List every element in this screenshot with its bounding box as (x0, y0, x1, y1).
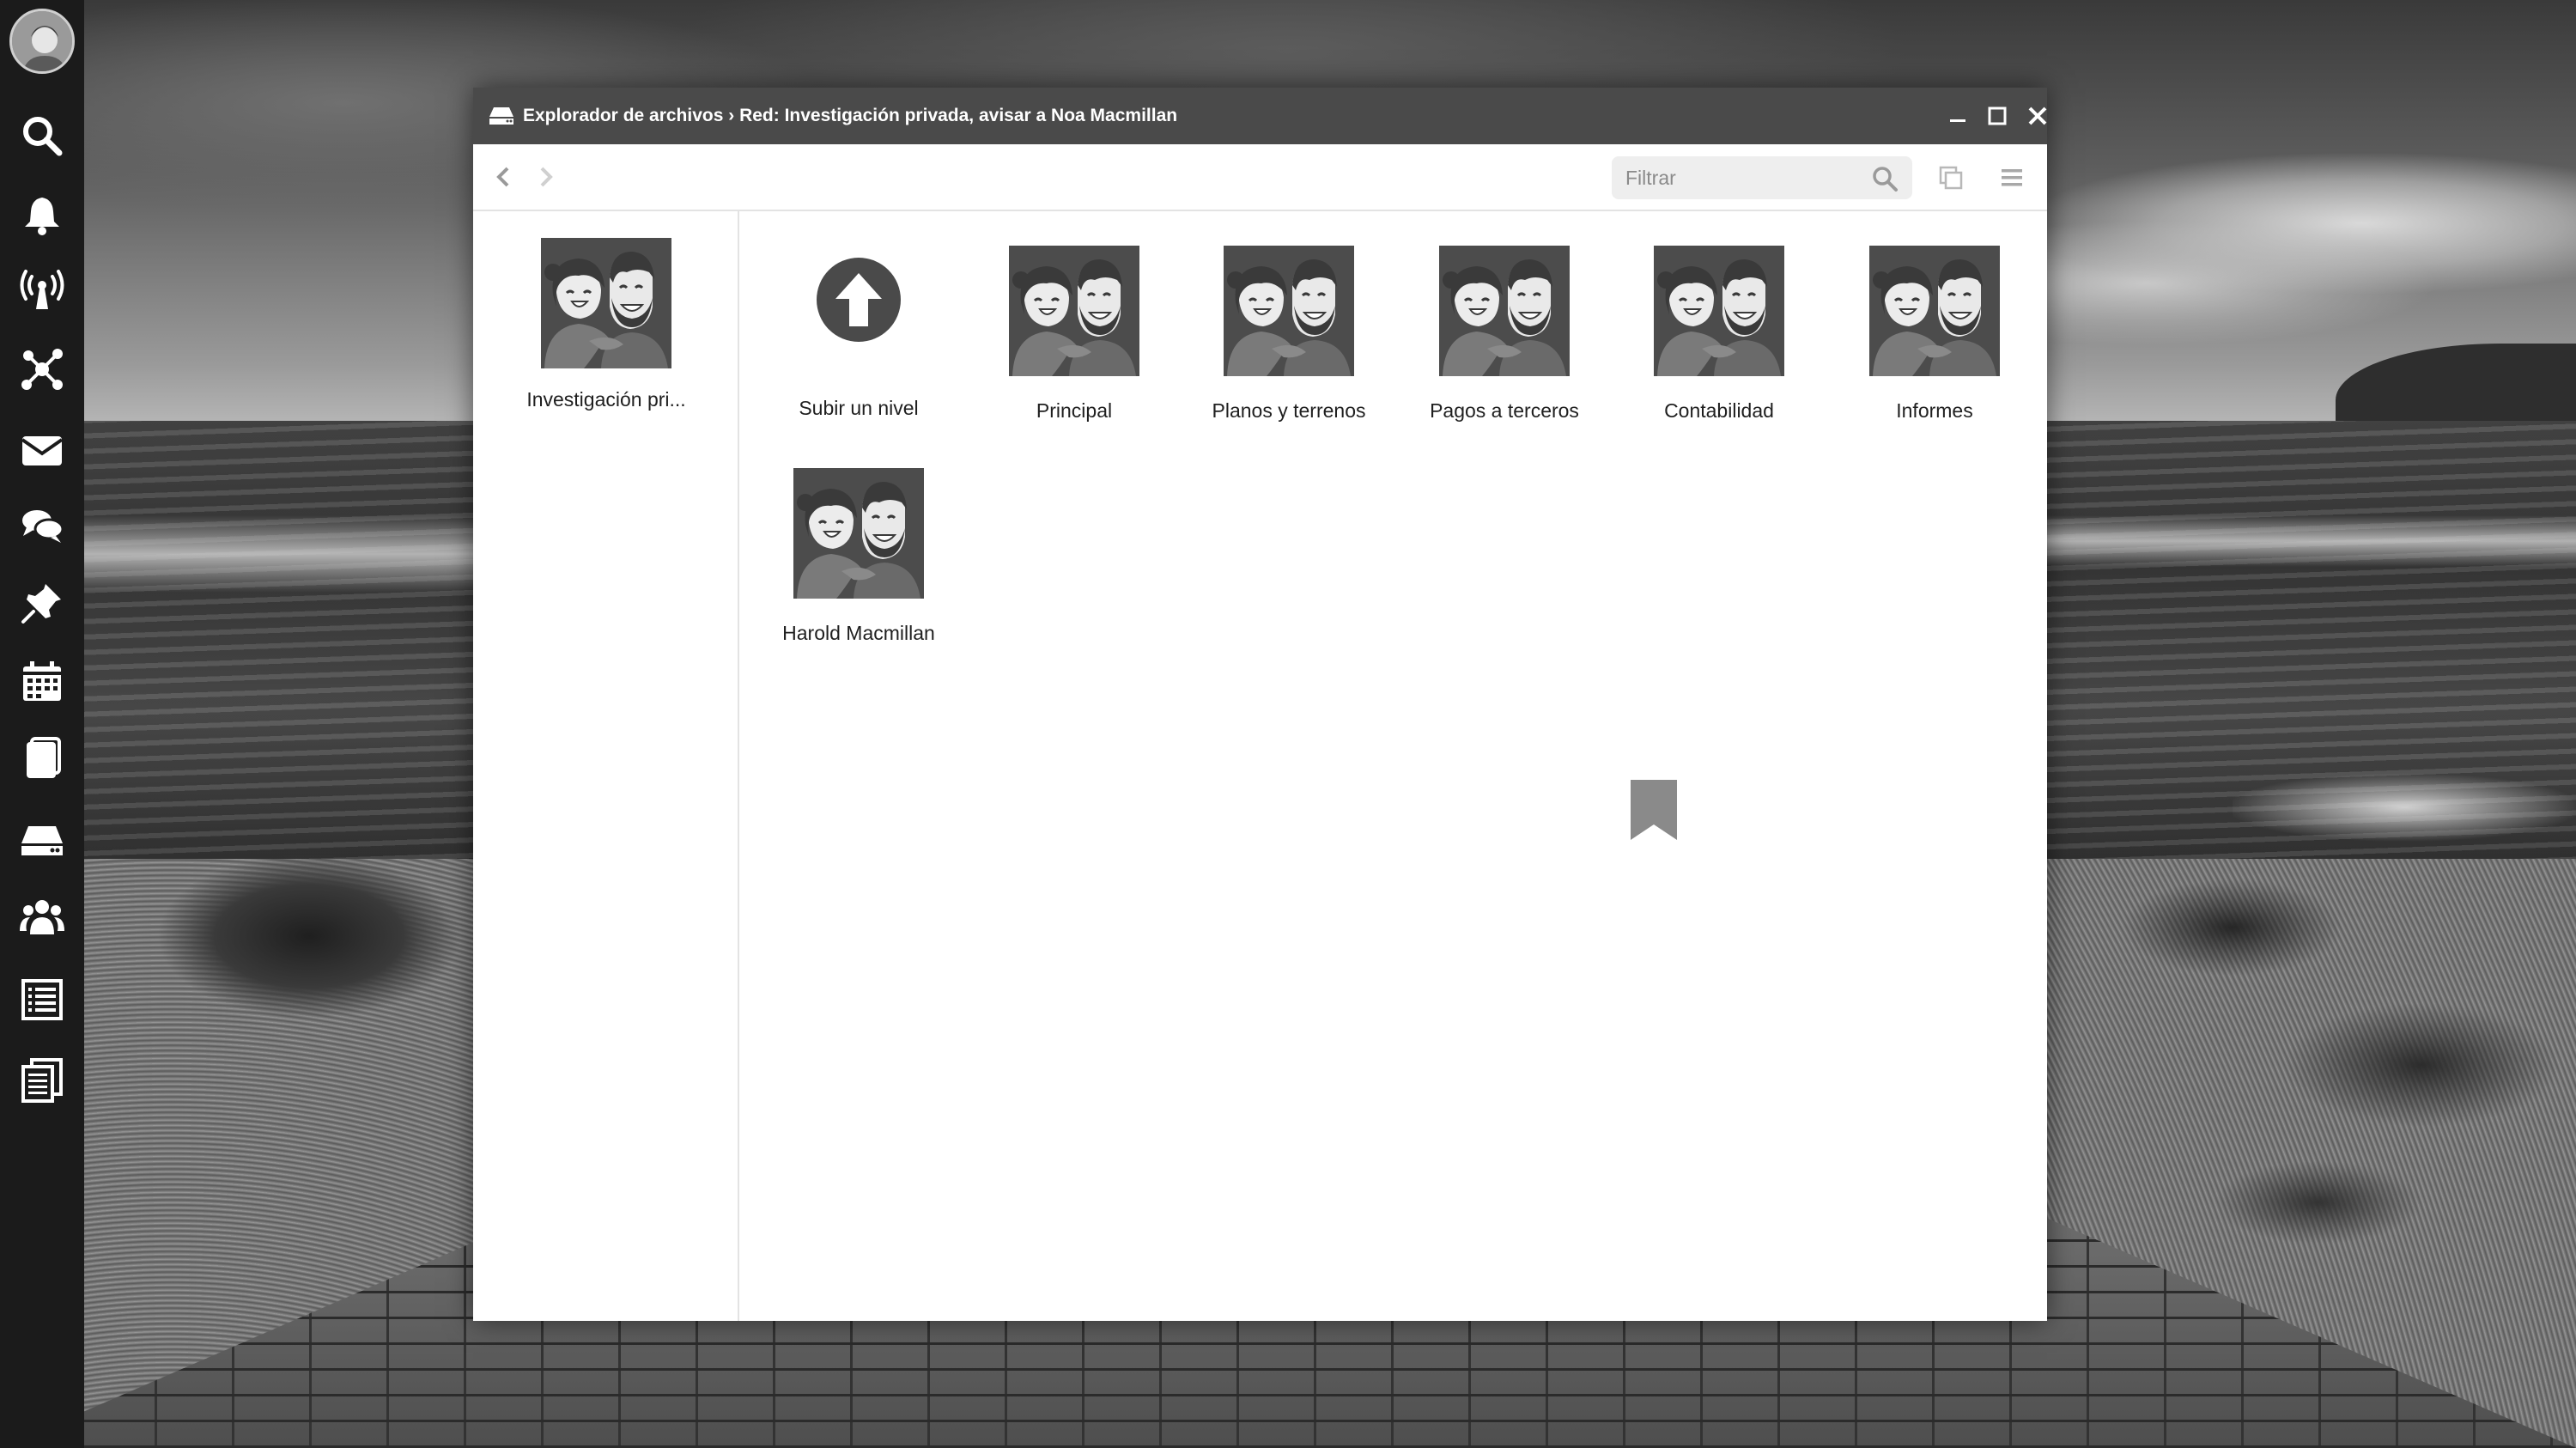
side-pane: Investigación pri... (473, 211, 739, 1321)
network-icon[interactable] (16, 344, 68, 395)
copy-button[interactable] (1933, 160, 1969, 196)
window-title: Explorador de archivos › Red: Investigac… (523, 106, 1178, 125)
calendar-icon[interactable] (16, 656, 68, 708)
file-explorer-window: Explorador de archivos › Red: Investigac… (473, 88, 2047, 1321)
mail-icon[interactable] (16, 424, 68, 476)
bell-icon[interactable] (16, 189, 68, 240)
sidebar-item[interactable]: Investigación pri... (503, 238, 709, 411)
couple-avatar-icon (1224, 246, 1354, 376)
folder-label: Planos y terrenos (1212, 399, 1366, 422)
folder-label: Contabilidad (1664, 399, 1774, 422)
broadcast-icon[interactable] (16, 265, 68, 316)
menu-button[interactable] (1994, 160, 2030, 196)
user-avatar[interactable] (9, 9, 75, 74)
documents-icon[interactable] (16, 1055, 68, 1106)
avatar-icon (12, 11, 72, 71)
drive-icon (489, 107, 513, 125)
couple-avatar-icon (1869, 246, 2000, 376)
app-dock (0, 0, 84, 1448)
folder-thumbnail (1654, 246, 1784, 376)
forward-button[interactable] (528, 160, 562, 194)
filter-input[interactable] (1625, 156, 1866, 199)
back-button[interactable] (487, 160, 521, 194)
toolbar (473, 144, 2047, 211)
wallpaper-foam (2044, 515, 2576, 567)
folder-item[interactable]: Planos y terrenos (1186, 246, 1392, 423)
couple-avatar-icon (1009, 246, 1139, 376)
search-icon[interactable] (16, 110, 68, 161)
folder-thumbnail (1869, 246, 2000, 376)
hamburger-icon (2002, 169, 2022, 186)
folder-thumbnail (1224, 246, 1354, 376)
folder-label: Principal (1036, 399, 1113, 422)
folder-item[interactable]: Principal (971, 246, 1177, 423)
search-icon[interactable] (1871, 165, 1899, 192)
up-level-label: Subir un nivel (799, 397, 919, 419)
folder-label: Informes (1896, 399, 1973, 422)
folder-item[interactable]: Harold Macmillan (756, 468, 962, 645)
up-level-item[interactable]: Subir un nivel (756, 256, 962, 420)
minimize-icon (1950, 119, 1965, 122)
folder-label: Harold Macmillan (782, 622, 935, 644)
folder-item[interactable]: Pagos a terceros (1401, 246, 1607, 423)
folder-thumbnail (541, 238, 671, 368)
folder-label: Pagos a terceros (1430, 399, 1579, 422)
pin-icon[interactable] (16, 577, 68, 629)
sidebar-item-label: Investigación pri... (526, 388, 686, 411)
maximize-icon (1988, 106, 2007, 125)
close-button[interactable] (2023, 101, 2052, 131)
folder-item[interactable]: Contabilidad (1616, 246, 1822, 423)
copy-icon (1939, 166, 1963, 190)
folder-thumbnail (1009, 246, 1139, 376)
window-titlebar[interactable]: Explorador de archivos › Red: Investigac… (473, 88, 2047, 144)
folder-thumbnail (793, 468, 924, 599)
arrow-up-circle-icon (817, 258, 901, 342)
chevron-left-icon (496, 167, 509, 187)
couple-avatar-icon (541, 238, 671, 368)
chat-icon[interactable] (16, 500, 68, 551)
bookmark-icon (1631, 780, 1677, 840)
folder-thumbnail (1439, 246, 1570, 376)
couple-avatar-icon (1439, 246, 1570, 376)
filter-box (1612, 156, 1912, 199)
close-icon (2028, 106, 2047, 125)
maximize-button[interactable] (1983, 101, 2012, 131)
chevron-right-icon (540, 167, 553, 187)
notebook-icon[interactable] (16, 733, 68, 785)
couple-avatar-icon (1654, 246, 1784, 376)
wallpaper-rocks (2061, 842, 2576, 1271)
couple-avatar-icon (793, 468, 924, 599)
drive-icon[interactable] (16, 814, 68, 866)
people-icon[interactable] (16, 891, 68, 943)
list-icon[interactable] (16, 974, 68, 1025)
wallpaper-rocks (86, 842, 464, 1065)
folder-grid: Subir un nivel Principal Planos y terren… (741, 211, 2047, 1321)
folder-item[interactable]: Informes (1832, 246, 2038, 423)
minimize-button[interactable] (1943, 101, 1972, 131)
